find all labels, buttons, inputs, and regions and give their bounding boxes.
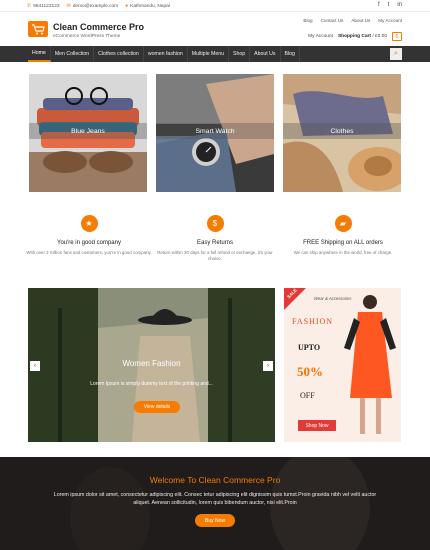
features-section: ★ You're in good company With over 2 mil… [0, 215, 430, 275]
site-title[interactable]: Clean Commerce Pro [53, 22, 144, 32]
site-tagline: eCommerce WordPress Theme [53, 34, 121, 39]
location-icon: ● [125, 3, 129, 9]
header-link-blog[interactable]: Blog [303, 18, 312, 23]
truck-icon: ▰ [334, 215, 352, 232]
category-tile-clothes[interactable]: Clothes [283, 74, 401, 192]
feature-easy-returns: $ Easy Returns Return within 30 days for… [150, 215, 280, 262]
dollar-icon: $ [206, 215, 224, 232]
hero-slider: Women Fashion Lorem Ipsum is simply dumm… [28, 288, 275, 442]
phone-text: 9841123123 [33, 4, 60, 9]
nav-item-women-fashion[interactable]: women fashion [144, 46, 188, 62]
nav-item-clothes-collection[interactable]: Clothes collection [94, 46, 144, 62]
welcome-title: Welcome To Clean Commerce Pro [149, 475, 281, 485]
feature-desc: We can ship anywhere in the world, free … [293, 250, 393, 255]
promo-tagline: Wear & Accessories [314, 296, 352, 301]
category-label: Clothes [283, 123, 401, 139]
welcome-section: Welcome To Clean Commerce Pro Lorem ipsu… [0, 457, 430, 550]
email-text: demo@example.com [72, 4, 119, 9]
my-account-link[interactable]: My Account [308, 34, 333, 39]
slider-next-arrow[interactable]: › [263, 361, 273, 371]
mail-icon: ✉ [66, 3, 71, 9]
buy-now-button[interactable]: Buy Now [195, 514, 235, 527]
category-tile-blue-jeans[interactable]: Blue Jeans [29, 74, 147, 192]
contact-info: ✆ 9841123123 ✉ demo@example.com ● Kathmandu… [27, 3, 170, 9]
top-bar: ✆ 9841123123 ✉ demo@example.com ● Kathmandu… [0, 0, 430, 12]
phone-icon: ✆ [27, 3, 32, 9]
star-icon: ★ [80, 215, 98, 232]
header-links: Blog Contact Us About Us My Account [303, 18, 402, 23]
promo-upto: UPTO [298, 343, 321, 352]
feature-title: FREE Shipping on ALL orders [303, 240, 383, 246]
nav-item-men-collection[interactable]: Men Collection [51, 46, 95, 62]
email-info[interactable]: ✉ demo@example.com [67, 3, 119, 9]
nav-item-home[interactable]: Home [28, 46, 51, 62]
promo-banner[interactable]: SALE Wear & Accessories FASHION UPTO 50%… [284, 288, 401, 442]
search-icon[interactable]: ⌕ [390, 48, 402, 60]
feature-desc: Return within 30 days for a full refund … [157, 250, 273, 261]
phone-info: ✆ 9841123123 [27, 3, 60, 9]
social-links: f t in [378, 2, 402, 8]
header-link-contact[interactable]: Contact Us [321, 18, 344, 23]
linkedin-icon[interactable]: in [397, 2, 402, 8]
slider-title: Women Fashion [122, 359, 181, 368]
header-link-account[interactable]: My Account [378, 18, 402, 23]
feature-free-shipping: ▰ FREE Shipping on ALL orders We can shi… [278, 215, 408, 256]
cart-logo-icon[interactable] [28, 21, 48, 37]
nav-item-multiple-menu[interactable]: Multiple Menu [188, 46, 230, 62]
slider-prev-arrow[interactable]: ‹ [30, 361, 40, 371]
feature-title: You're in good company [57, 240, 121, 246]
view-details-button[interactable]: View details [134, 401, 180, 413]
welcome-text: Lorem ipsum dolor sit amet, consectetur … [53, 492, 377, 506]
feature-title: Easy Returns [196, 240, 233, 246]
cart-summary[interactable]: Shopping Cart / £0.00 [338, 34, 387, 39]
category-label: Blue Jeans [29, 123, 147, 139]
main-navigation: Home Men Collection Clothes collection w… [0, 46, 430, 62]
promo-fashion: FASHION [292, 317, 334, 326]
account-cart-area: My Account Shopping Cart / £0.00 0 [308, 32, 402, 41]
location-text: Kathmandu, Nepal [130, 4, 170, 9]
feature-good-company: ★ You're in good company With over 2 mil… [24, 215, 154, 256]
nav-item-about[interactable]: About Us [250, 46, 281, 62]
site-header: Clean Commerce Pro eCommerce WordPress T… [0, 12, 430, 46]
shop-now-button[interactable]: Shop Now [298, 420, 336, 431]
cart-label: Shopping Cart [337, 34, 371, 39]
nav-item-shop[interactable]: Shop [229, 46, 251, 62]
slider-subtitle: Lorem Ipsum is simply dummy text of the … [90, 381, 213, 387]
facebook-icon[interactable]: f [378, 2, 380, 8]
cart-total: / £0.00 [372, 34, 387, 39]
feature-desc: With over 2 million fans and customers, … [26, 250, 152, 255]
twitter-icon[interactable]: t [388, 2, 390, 8]
location-info: ● Kathmandu, Nepal [125, 3, 170, 9]
category-tile-smart-watch[interactable]: Smart Watch [156, 74, 274, 192]
nav-item-blog[interactable]: Blog [281, 46, 300, 62]
header-link-about[interactable]: About Us [351, 18, 370, 23]
category-label: Smart Watch [156, 123, 274, 139]
cart-count-badge[interactable]: 0 [392, 32, 402, 41]
promo-percent: 50% [297, 364, 323, 379]
promo-off: OFF [300, 391, 315, 400]
